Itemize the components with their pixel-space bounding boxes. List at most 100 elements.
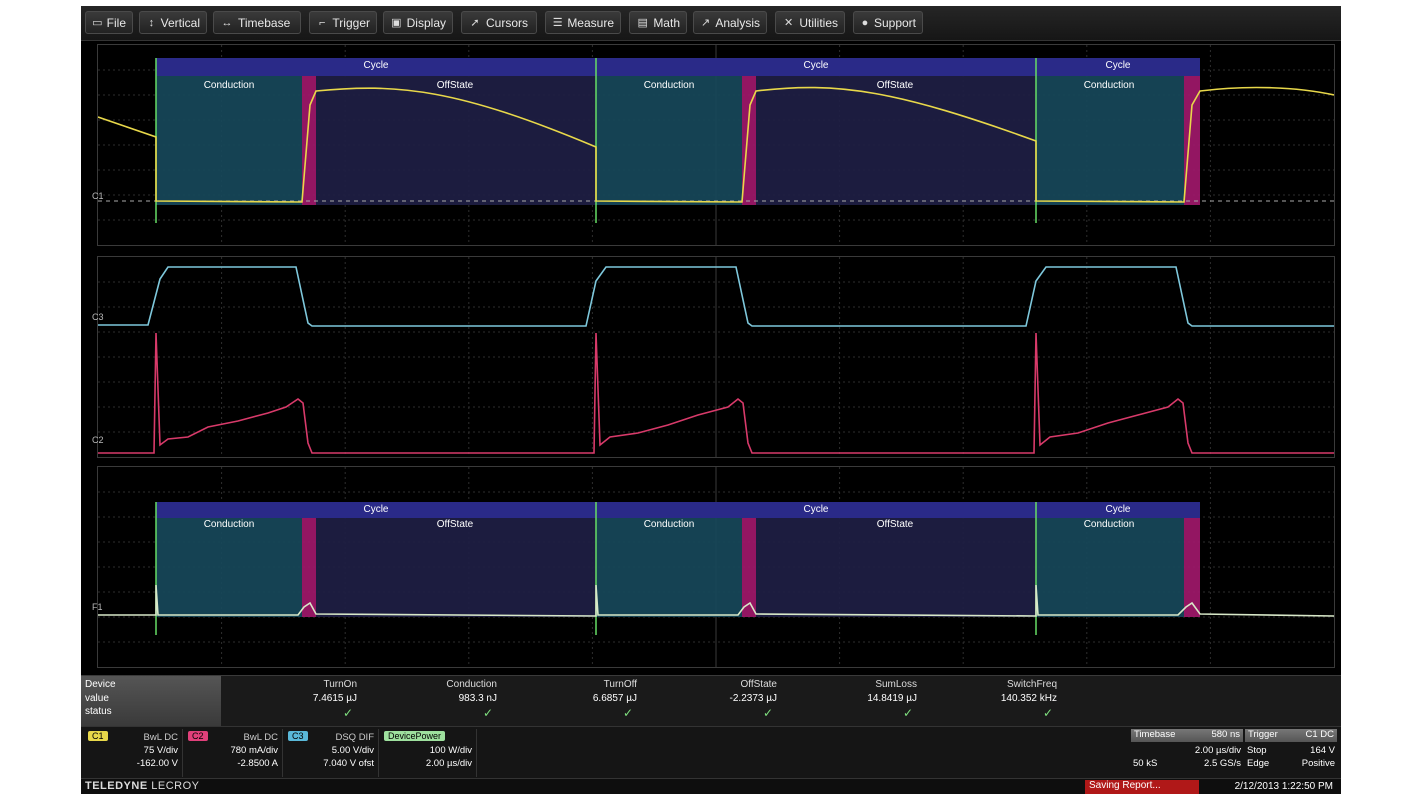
- offstate-zone: [756, 518, 1036, 617]
- status-check-icon: ✓: [622, 706, 633, 720]
- menu-vertical[interactable]: ↕ Vertical: [139, 11, 207, 34]
- conduction-zone: [156, 76, 302, 205]
- trigger-header: Trigger C1 DC: [1245, 729, 1337, 742]
- channel-tag: C2: [188, 731, 208, 741]
- cycle-label: Cycle: [803, 60, 829, 71]
- offstate-zone: [316, 518, 596, 617]
- menu-math[interactable]: ▤ Math: [629, 11, 687, 34]
- channel-offset: 7.040 V ofst: [323, 758, 374, 769]
- channel-scale: 780 mA/div: [230, 745, 278, 756]
- cursors-icon: ➚: [470, 17, 480, 29]
- menu-timebase[interactable]: ↔ Timebase: [213, 11, 301, 34]
- cycle-label: Cycle: [363, 60, 389, 71]
- transition-zone: [302, 518, 316, 617]
- grid-power[interactable]: F1 Cycle Cycle Cycle Conduction OffState…: [92, 466, 1335, 668]
- math-icon: ▤: [637, 17, 648, 29]
- cycle-label: Cycle: [1105, 60, 1131, 71]
- cycle-label: Cycle: [803, 504, 829, 515]
- offstate-label: OffState: [436, 519, 474, 530]
- grid-current-gate-plot: [98, 257, 1334, 457]
- file-icon: ▭: [92, 17, 103, 29]
- measurement-value: -2.2373 µJ: [729, 693, 777, 704]
- menu-trigger[interactable]: ⌐ Trigger: [309, 11, 377, 34]
- cycle-label: Cycle: [363, 504, 389, 515]
- offstate-zone: [756, 76, 1036, 205]
- measurement-value: 6.6857 µJ: [592, 693, 637, 704]
- channel-coupling: BwL DC: [143, 732, 179, 743]
- measurement-value: 140.352 kHz: [1000, 693, 1057, 704]
- conduction-label: Conduction: [643, 80, 695, 91]
- row-label-value: value: [85, 693, 109, 704]
- oscilloscope-window: ▭ File ↕ Vertical ↔ Timebase ⌐ Trigger ▣ Disp…: [81, 6, 1341, 794]
- timebase-header: Timebase 580 ns: [1131, 729, 1243, 742]
- conduction-label: Conduction: [1083, 80, 1135, 91]
- menu-utilities[interactable]: ✕ Utilities: [775, 11, 845, 34]
- trigger-icon: ⌐: [318, 16, 326, 29]
- menu-bar: ▭ File ↕ Vertical ↔ Timebase ⌐ Trigger ▣ Disp…: [81, 6, 1341, 41]
- measurement-header: Conduction: [446, 679, 497, 690]
- status-check-icon: ✓: [762, 706, 773, 720]
- trigger-descriptor[interactable]: Trigger C1 DC Stop 164 V Edge Positive: [1245, 729, 1337, 777]
- grid-voltage-plot: [98, 45, 1334, 245]
- descriptor-device-power[interactable]: DevicePower 100 W/div 2.00 µs/div: [381, 729, 477, 777]
- offstate-label: OffState: [876, 519, 914, 530]
- menu-file[interactable]: ▭ File: [85, 11, 133, 34]
- status-check-icon: ✓: [342, 706, 353, 720]
- support-icon: ●: [861, 16, 869, 29]
- measurement-turnon[interactable]: TurnOn 7.4615 µJ ✓: [221, 676, 361, 726]
- descriptor-c3[interactable]: C3 DSQ DIF 5.00 V/div 7.040 V ofst: [285, 729, 379, 777]
- c1-marker: C1: [92, 191, 104, 201]
- transition-zone: [742, 518, 756, 617]
- conduction-zone: [156, 518, 302, 617]
- c2-marker: C2: [92, 435, 104, 445]
- channel-offset: -2.8500 A: [237, 758, 278, 769]
- measure-icon: ☰: [552, 17, 563, 29]
- grid-power-plot: [98, 467, 1334, 667]
- measurement-header: OffState: [740, 679, 777, 690]
- menu-analysis[interactable]: ↗ Analysis: [693, 11, 767, 34]
- channel-coupling: BwL DC: [243, 732, 279, 743]
- menu-support[interactable]: ● Support: [853, 11, 923, 34]
- grid-voltage[interactable]: C1 Cycle Cycle Cycle Conduction OffState…: [92, 44, 1335, 246]
- grid-current-gate[interactable]: C3 C2: [92, 256, 1335, 458]
- conduction-zone: [596, 518, 742, 617]
- date-time: 2/12/2013 1:22:50 PM: [1234, 781, 1333, 792]
- measurement-row-labels: Device value status: [81, 676, 221, 726]
- row-label-device: Device: [85, 679, 116, 690]
- conduction-label: Conduction: [203, 80, 255, 91]
- measurement-value: 983.3 nJ: [458, 693, 497, 704]
- channel-offset: -162.00 V: [136, 758, 178, 769]
- conduction-zone: [596, 76, 742, 205]
- cycle-label: Cycle: [1105, 504, 1131, 515]
- channel-tag: C1: [88, 731, 108, 741]
- measurement-value: 7.4615 µJ: [312, 693, 357, 704]
- analysis-icon: ↗: [701, 17, 711, 29]
- channel-scale: 75 V/div: [143, 745, 178, 756]
- measurement-conduction[interactable]: Conduction 983.3 nJ ✓: [361, 676, 501, 726]
- descriptor-c1[interactable]: C1 BwL DC 75 V/div -162.00 V: [85, 729, 183, 777]
- channel-tag: C3: [288, 731, 308, 741]
- measurement-switchfreq[interactable]: SwitchFreq 140.352 kHz ✓: [921, 676, 1061, 726]
- channel-offset: 2.00 µs/div: [425, 758, 472, 769]
- timebase-descriptor[interactable]: Timebase 580 ns 2.00 µs/div 50 kS 2.5 GS…: [1131, 729, 1243, 777]
- conduction-label: Conduction: [203, 519, 255, 530]
- channel-coupling: DSQ DIF: [335, 732, 374, 743]
- f1-marker: F1: [92, 602, 103, 612]
- measurement-table[interactable]: Device value status TurnOn 7.4615 µJ ✓ C…: [81, 675, 1341, 726]
- menu-display[interactable]: ▣ Display: [383, 11, 453, 34]
- offstate-label: OffState: [436, 80, 474, 91]
- measurement-turnoff[interactable]: TurnOff 6.6857 µJ ✓: [501, 676, 641, 726]
- measurement-sumloss[interactable]: SumLoss 14.8419 µJ ✓: [781, 676, 921, 726]
- menu-measure[interactable]: ☰ Measure: [545, 11, 621, 34]
- measurement-offstate[interactable]: OffState -2.2373 µJ ✓: [641, 676, 781, 726]
- conduction-label: Conduction: [643, 519, 695, 530]
- measurement-header: TurnOn: [323, 679, 357, 690]
- descriptor-c2[interactable]: C2 BwL DC 780 mA/div -2.8500 A: [185, 729, 283, 777]
- timebase-icon: ↔: [221, 16, 233, 29]
- status-check-icon: ✓: [902, 706, 913, 720]
- menu-cursors[interactable]: ➚ Cursors: [461, 11, 537, 34]
- offstate-zone: [316, 76, 596, 205]
- vertical-icon: ↕: [148, 16, 155, 29]
- measurement-header: SumLoss: [875, 679, 917, 690]
- measurement-value: 14.8419 µJ: [867, 693, 917, 704]
